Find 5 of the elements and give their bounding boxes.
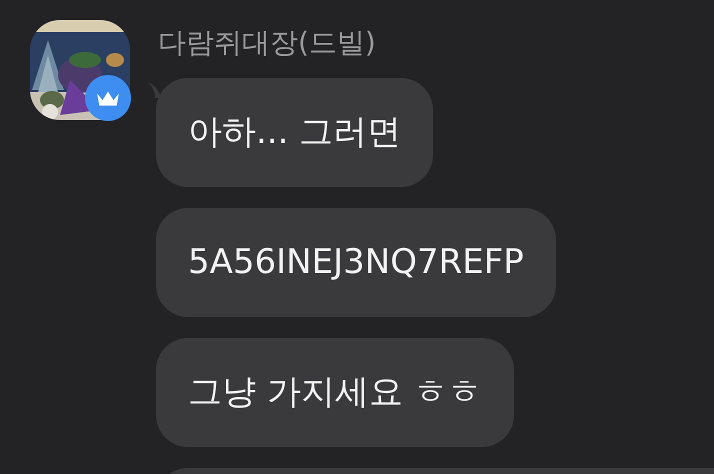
message-bubble: 아하... 그러면 <box>156 78 434 187</box>
sender-name: 다람쥐대장(드빌) <box>158 26 377 60</box>
message-bubble: 5A56INEJ3NQ7REFP <box>156 208 556 317</box>
bubble-tail <box>147 82 161 98</box>
message-bubble: 그냥 가지세요 ㅎㅎ <box>156 338 514 447</box>
